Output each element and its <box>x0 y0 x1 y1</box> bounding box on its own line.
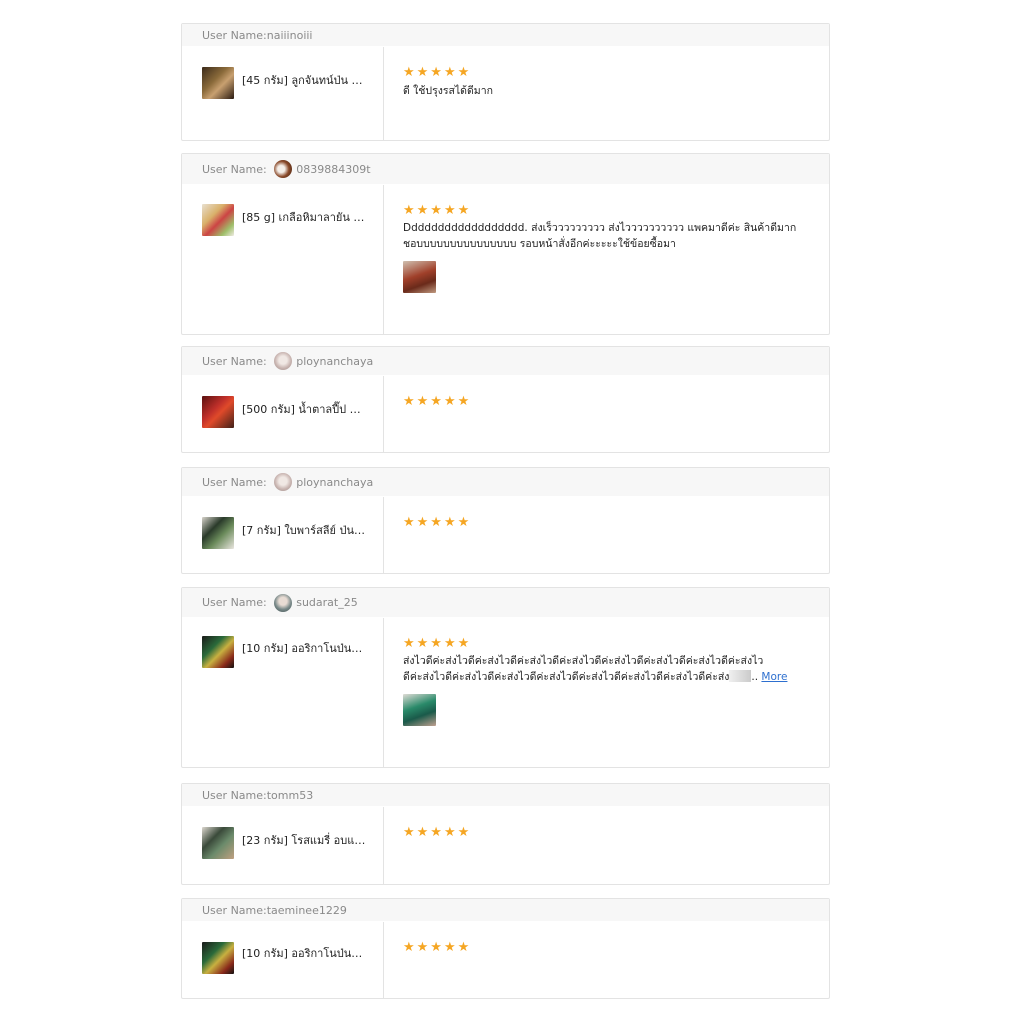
product-thumbnail[interactable] <box>202 67 234 99</box>
review-header: User Name: naiiinoiii <box>182 24 829 46</box>
product-cell[interactable]: [7 กรัม] ใบพาร์สลีย์ ป่น… <box>182 497 384 573</box>
star-rating: ★★★★★ <box>403 825 472 840</box>
text-fade <box>729 670 752 682</box>
product-name[interactable]: [10 กรัม] ออริกาโนป่นอ… <box>242 639 366 657</box>
review-content: ★★★★★ <box>384 497 829 573</box>
ellipsis: .. <box>751 671 759 683</box>
user-name-label: User Name: <box>202 162 271 176</box>
user-name-label: User Name: <box>202 788 267 802</box>
star-rating: ★★★★★ <box>403 65 472 80</box>
review-content: ★★★★★ <box>384 922 829 998</box>
user-avatar <box>274 593 293 612</box>
product-name[interactable]: [23 กรัม] โรสแมรี่ อบแ… <box>242 831 366 849</box>
product-cell[interactable]: [500 กรัม] น้ำตาลปี๊ป ต… <box>182 376 384 452</box>
review-text-line: ดีค่ะส่งไวดีค่ะส่งไวดีค่ะส่งไวดีค่ะส่งไว… <box>403 669 815 685</box>
star-rating: ★★★★★ <box>403 940 472 955</box>
review-card: User Name: 0839884309t [85 g] เกลือหิมาล… <box>181 153 830 335</box>
user-name-label: User Name: <box>202 475 271 489</box>
username: taeminee1229 <box>266 903 347 917</box>
review-content: ★★★★★ <box>384 807 829 884</box>
review-photo[interactable] <box>403 261 436 293</box>
user-avatar <box>274 352 293 370</box>
review-text-line: ส่งไวดีค่ะส่งไวดีค่ะส่งไวดีค่ะส่งไวดีค่ะ… <box>403 655 764 667</box>
product-cell[interactable]: [45 กรัม] ลูกจันทน์ป่น นั… <box>182 47 384 140</box>
review-content: ★★★★★ ส่งไวดีค่ะส่งไวดีค่ะส่งไวดีค่ะส่งไ… <box>384 618 829 767</box>
username: ploynanchaya <box>296 475 374 489</box>
review-header: User Name: taeminee1229 <box>182 899 829 921</box>
username: 0839884309t <box>296 162 371 176</box>
review-card: User Name: naiiinoiii [45 กรัม] ลูกจันทน์… <box>181 23 830 141</box>
username: sudarat_25 <box>296 596 358 609</box>
review-header: User Name: ploynanchaya <box>182 468 829 496</box>
product-cell[interactable]: [23 กรัม] โรสแมรี่ อบแ… <box>182 807 384 884</box>
product-name[interactable]: [45 กรัม] ลูกจันทน์ป่น นั… <box>242 71 366 89</box>
review-card: User Name: sudarat_25 [10 กรัม] ออริกาโน… <box>181 587 830 768</box>
star-rating: ★★★★★ <box>403 636 472 651</box>
review-content: ★★★★★ <box>384 376 829 452</box>
product-thumbnail[interactable] <box>202 827 234 859</box>
more-link[interactable]: More <box>761 671 787 683</box>
user-avatar <box>274 473 293 491</box>
user-avatar <box>274 160 293 178</box>
review-header: User Name: ploynanchaya <box>182 347 829 375</box>
product-thumbnail[interactable] <box>202 204 234 236</box>
review-header: User Name: 0839884309t <box>182 154 829 184</box>
star-rating: ★★★★★ <box>403 394 472 409</box>
review-text-line: Dddddddddddddddddd. ส่งเร็ววววววววว ส่งไ… <box>403 222 797 234</box>
review-content: ★★★★★ Dddddddddddddddddd. ส่งเร็วววววววว… <box>384 185 829 334</box>
product-name[interactable]: [85 g] เกลือหิมาลายัน เ… <box>242 208 366 226</box>
review-text: ดี ใช้ปรุงรสได้ดีมาก <box>403 85 493 97</box>
product-thumbnail[interactable] <box>202 942 234 974</box>
review-card: User Name: tomm53 [23 กรัม] โรสแมรี่ อบแ…… <box>181 783 830 885</box>
product-thumbnail[interactable] <box>202 396 234 428</box>
review-header: User Name: tomm53 <box>182 784 829 806</box>
review-card: User Name: taeminee1229 [10 กรัม] ออริกาโ… <box>181 898 830 999</box>
product-name[interactable]: [7 กรัม] ใบพาร์สลีย์ ป่น… <box>242 521 366 539</box>
user-name-label: User Name: <box>202 903 267 917</box>
username: tomm53 <box>266 788 314 802</box>
review-photo[interactable] <box>403 694 436 726</box>
review-card: User Name: ploynanchaya [500 กรัม] น้ำตา… <box>181 346 830 453</box>
review-text: ส่งไวดีค่ะส่งไวดีค่ะส่งไวดีค่ะส่งไวดีค่ะ… <box>403 653 815 685</box>
review-content: ★★★★★ ดี ใช้ปรุงรสได้ดีมาก <box>384 47 829 140</box>
username: naiiinoiii <box>266 28 313 42</box>
user-name-label: User Name: <box>202 354 271 368</box>
user-name-label: User Name: <box>202 28 267 42</box>
username: ploynanchaya <box>296 354 374 368</box>
review-header: User Name: sudarat_25 <box>182 588 829 617</box>
review-text-truncated: ดีค่ะส่งไวดีค่ะส่งไวดีค่ะส่งไวดีค่ะส่งไว… <box>403 671 730 683</box>
review-card: User Name: ploynanchaya [7 กรัม] ใบพาร์ส… <box>181 467 830 574</box>
product-name[interactable]: [10 กรัม] ออริกาโนป่นอ… <box>242 944 366 962</box>
product-name[interactable]: [500 กรัม] น้ำตาลปี๊ป ต… <box>242 400 366 418</box>
product-cell[interactable]: [85 g] เกลือหิมาลายัน เ… <box>182 185 384 334</box>
review-text: Dddddddddddddddddd. ส่งเร็ววววววววว ส่งไ… <box>403 220 813 252</box>
review-text-line: ชอบบบบบบบบบบบบบบบ รอบหน้าสั่งอีกค่ะะะะะใ… <box>403 238 676 250</box>
product-cell[interactable]: [10 กรัม] ออริกาโนป่นอ… <box>182 922 384 998</box>
star-rating: ★★★★★ <box>403 203 472 218</box>
product-thumbnail[interactable] <box>202 517 234 549</box>
product-thumbnail[interactable] <box>202 636 234 668</box>
star-rating: ★★★★★ <box>403 515 472 530</box>
product-cell[interactable]: [10 กรัม] ออริกาโนป่นอ… <box>182 618 384 767</box>
user-name-label: User Name: <box>202 596 271 609</box>
